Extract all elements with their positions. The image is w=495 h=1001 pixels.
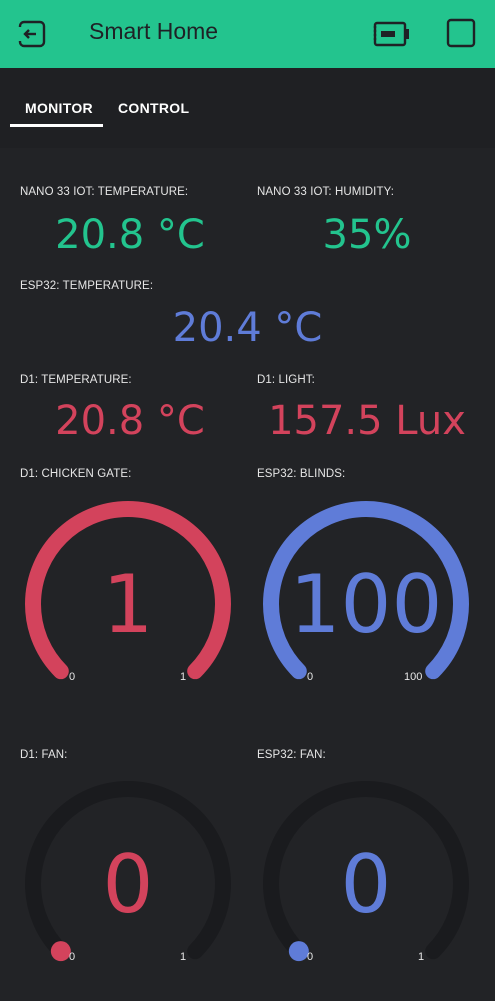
nano-humidity-value: 35%: [322, 212, 412, 258]
tab-bar: MONITOR CONTROL: [0, 68, 495, 148]
d1-temperature-label: D1: TEMPERATURE:: [20, 374, 132, 386]
gauge-fill-dot: [50, 941, 71, 962]
battery-icon[interactable]: [372, 18, 410, 50]
gauge-value: 1: [102, 558, 154, 651]
esp32-blinds-gauge: 100 0 100: [258, 498, 474, 688]
tab-monitor[interactable]: MONITOR: [25, 100, 93, 116]
d1-light-label: D1: LIGHT:: [257, 374, 315, 386]
esp32-blinds-label: ESP32: BLINDS:: [257, 468, 346, 480]
exit-icon[interactable]: [14, 16, 50, 52]
gauge-max-label: 1: [418, 951, 425, 963]
esp32-fan-label: ESP32: FAN:: [257, 749, 326, 761]
tab-control[interactable]: CONTROL: [118, 100, 189, 116]
nano-humidity-label: NANO 33 IOT: HUMIDITY:: [257, 186, 395, 198]
active-tab-indicator: [10, 124, 103, 127]
gauge-fill-dot: [288, 941, 309, 962]
gauge-min-label: 0: [307, 671, 314, 683]
gauge-value: 0: [102, 838, 154, 931]
chicken-gate-label: D1: CHICKEN GATE:: [20, 468, 132, 480]
gauge-min-label: 0: [69, 671, 76, 683]
d1-fan-gauge: 0 0 1: [20, 778, 236, 968]
gauge-min-label: 0: [307, 951, 314, 963]
gauge-min-label: 0: [69, 951, 76, 963]
square-icon[interactable]: [445, 17, 477, 49]
gauge-max-label: 1: [180, 951, 187, 963]
gauge-value: 0: [340, 838, 392, 931]
esp32-temperature-label: ESP32: TEMPERATURE:: [20, 280, 154, 292]
esp32-fan-gauge: 0 0 1: [258, 778, 474, 968]
app-bar: Smart Home: [0, 0, 495, 68]
nano-temperature-value: 20.8 °C: [55, 212, 205, 258]
d1-fan-label: D1: FAN:: [20, 749, 68, 761]
gauge-max-label: 1: [180, 671, 187, 683]
app-title: Smart Home: [89, 18, 219, 44]
gauge-value: 100: [289, 558, 443, 651]
esp32-temperature-value: 20.4 °C: [172, 305, 323, 351]
d1-temperature-value: 20.8 °C: [55, 398, 205, 444]
gauge-max-label: 100: [404, 671, 423, 683]
nano-temperature-label: NANO 33 IOT: TEMPERATURE:: [20, 186, 189, 198]
d1-light-value: 157.5 Lux: [268, 398, 466, 444]
chicken-gate-gauge: 1 0 1: [20, 498, 236, 688]
